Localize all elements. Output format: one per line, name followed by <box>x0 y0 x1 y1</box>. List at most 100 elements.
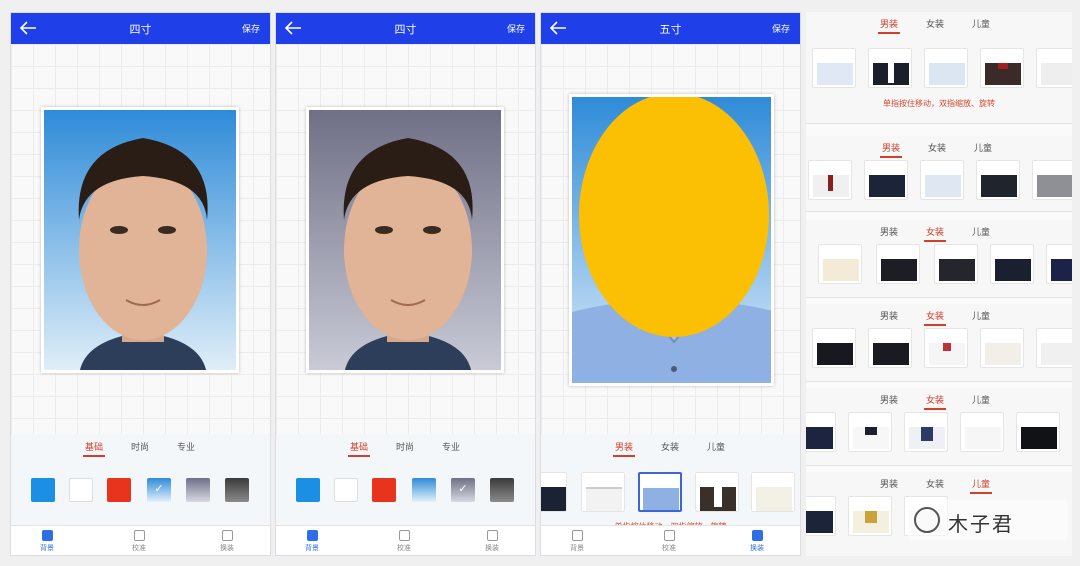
tab-children[interactable]: 儿童 <box>972 393 990 406</box>
tab-professional[interactable]: 专业 <box>177 440 195 453</box>
outfit-item[interactable] <box>924 48 968 88</box>
swatch-blue[interactable] <box>296 478 320 502</box>
save-button[interactable]: 保存 <box>242 22 260 35</box>
outfit-item[interactable] <box>806 496 836 536</box>
tab-children[interactable]: 儿童 <box>972 225 990 238</box>
outfit-item[interactable] <box>1036 48 1072 88</box>
tab-women[interactable]: 女装 <box>923 225 947 242</box>
outfit-item[interactable] <box>848 412 892 452</box>
gesture-hint: 单指按住移动，双指缩放、旋转 <box>883 99 995 108</box>
outfit-item[interactable] <box>581 472 625 512</box>
tab-children[interactable]: 儿童 <box>972 17 990 30</box>
nav-outfit[interactable]: 换装 <box>737 530 777 553</box>
outfit-item[interactable] <box>1046 244 1072 284</box>
tab-children[interactable]: 儿童 <box>974 141 992 154</box>
outfit-item[interactable] <box>876 244 920 284</box>
outfit-item[interactable] <box>808 160 852 200</box>
outfit-item[interactable] <box>960 412 1004 452</box>
save-button[interactable]: 保存 <box>772 22 790 35</box>
swatch-gradient-gray[interactable] <box>451 478 475 502</box>
outfit-item[interactable] <box>812 48 856 88</box>
nav-background[interactable]: 背景 <box>292 530 332 553</box>
nav-label: 换装 <box>220 544 234 552</box>
photo-canvas <box>541 44 800 434</box>
swatch-blue[interactable] <box>31 478 55 502</box>
outfit-item[interactable] <box>904 412 948 452</box>
tab-fashion[interactable]: 时尚 <box>131 440 149 453</box>
outfit-item[interactable] <box>976 160 1020 200</box>
outfit-item[interactable] <box>990 244 1034 284</box>
nav-outfit[interactable]: 换装 <box>472 530 512 553</box>
portrait-photo[interactable] <box>41 107 239 373</box>
portrait-photo[interactable] <box>569 94 774 386</box>
nav-calibrate[interactable]: 校准 <box>384 530 424 553</box>
photo-canvas <box>276 44 535 434</box>
nav-outfit[interactable]: 换装 <box>207 530 247 553</box>
outfit-item[interactable] <box>920 160 964 200</box>
save-button[interactable]: 保存 <box>507 22 525 35</box>
tab-men[interactable]: 男装 <box>612 440 636 457</box>
outfit-item[interactable] <box>1036 328 1072 368</box>
outfit-item[interactable] <box>868 48 912 88</box>
portrait-photo[interactable] <box>306 107 504 373</box>
swatch-white[interactable] <box>69 478 93 502</box>
bottom-nav: 背景 校准 换装 <box>541 525 800 555</box>
outfit-item[interactable] <box>695 472 739 512</box>
outfit-item[interactable] <box>1032 160 1072 200</box>
background-icon <box>41 530 53 541</box>
tab-men[interactable]: 男装 <box>880 477 898 490</box>
tab-women[interactable]: 女装 <box>923 309 947 326</box>
tab-women[interactable]: 女装 <box>661 440 679 453</box>
swatch-white[interactable] <box>334 478 358 502</box>
outfit-item[interactable] <box>812 328 856 368</box>
tab-men[interactable]: 男装 <box>880 225 898 238</box>
tab-women[interactable]: 女装 <box>926 477 944 490</box>
nav-background[interactable]: 背景 <box>27 530 67 553</box>
top-bar: 四寸 保存 <box>276 13 535 44</box>
tab-men[interactable]: 男装 <box>880 393 898 406</box>
outfit-item[interactable] <box>980 48 1024 88</box>
outfit-item[interactable] <box>868 328 912 368</box>
swatch-red[interactable] <box>107 478 131 502</box>
outfit-item[interactable] <box>864 160 908 200</box>
outfit-item[interactable] <box>924 328 968 368</box>
tab-men[interactable]: 男装 <box>879 141 903 158</box>
outfit-item-selected[interactable] <box>638 472 682 512</box>
swatch-gradient-blue[interactable] <box>412 478 436 502</box>
outfit-strip: 男装 女装 儿童 <box>806 388 1072 466</box>
swatch-gradient-blue[interactable] <box>147 478 171 502</box>
background-icon <box>571 530 583 541</box>
swatch-gradient-gray[interactable] <box>186 478 210 502</box>
swatch-red[interactable] <box>372 478 396 502</box>
outfit-list <box>806 160 1072 202</box>
tab-men[interactable]: 男装 <box>880 309 898 322</box>
tab-women[interactable]: 女装 <box>923 393 947 410</box>
tab-women[interactable]: 女装 <box>926 17 944 30</box>
outfit-item[interactable] <box>1016 412 1060 452</box>
outfit-item[interactable] <box>541 472 567 512</box>
tab-children[interactable]: 儿童 <box>972 309 990 322</box>
outfit-item[interactable] <box>934 244 978 284</box>
outfit-tabs: 男装 女装 儿童 <box>541 440 800 462</box>
swatch-gradient-dark[interactable] <box>490 478 514 502</box>
tab-children[interactable]: 儿童 <box>707 440 725 453</box>
tab-basic[interactable]: 基础 <box>82 440 106 457</box>
outfit-item[interactable] <box>818 244 862 284</box>
tab-professional[interactable]: 专业 <box>442 440 460 453</box>
outfit-item[interactable] <box>980 328 1024 368</box>
outfit-item[interactable] <box>848 496 892 536</box>
tab-men[interactable]: 男装 <box>877 17 901 34</box>
tab-children[interactable]: 儿童 <box>969 477 993 494</box>
tab-basic[interactable]: 基础 <box>347 440 371 457</box>
tab-women[interactable]: 女装 <box>928 141 946 154</box>
outfit-item[interactable] <box>751 472 795 512</box>
nav-calibrate[interactable]: 校准 <box>119 530 159 553</box>
swatch-gradient-dark[interactable] <box>225 478 249 502</box>
tab-fashion[interactable]: 时尚 <box>396 440 414 453</box>
photo-canvas <box>11 44 270 434</box>
nav-label: 换装 <box>750 544 764 552</box>
nav-background[interactable]: 背景 <box>557 530 597 553</box>
nav-calibrate[interactable]: 校准 <box>649 530 689 553</box>
outfit-item[interactable] <box>806 412 836 452</box>
nav-label: 背景 <box>40 544 54 552</box>
